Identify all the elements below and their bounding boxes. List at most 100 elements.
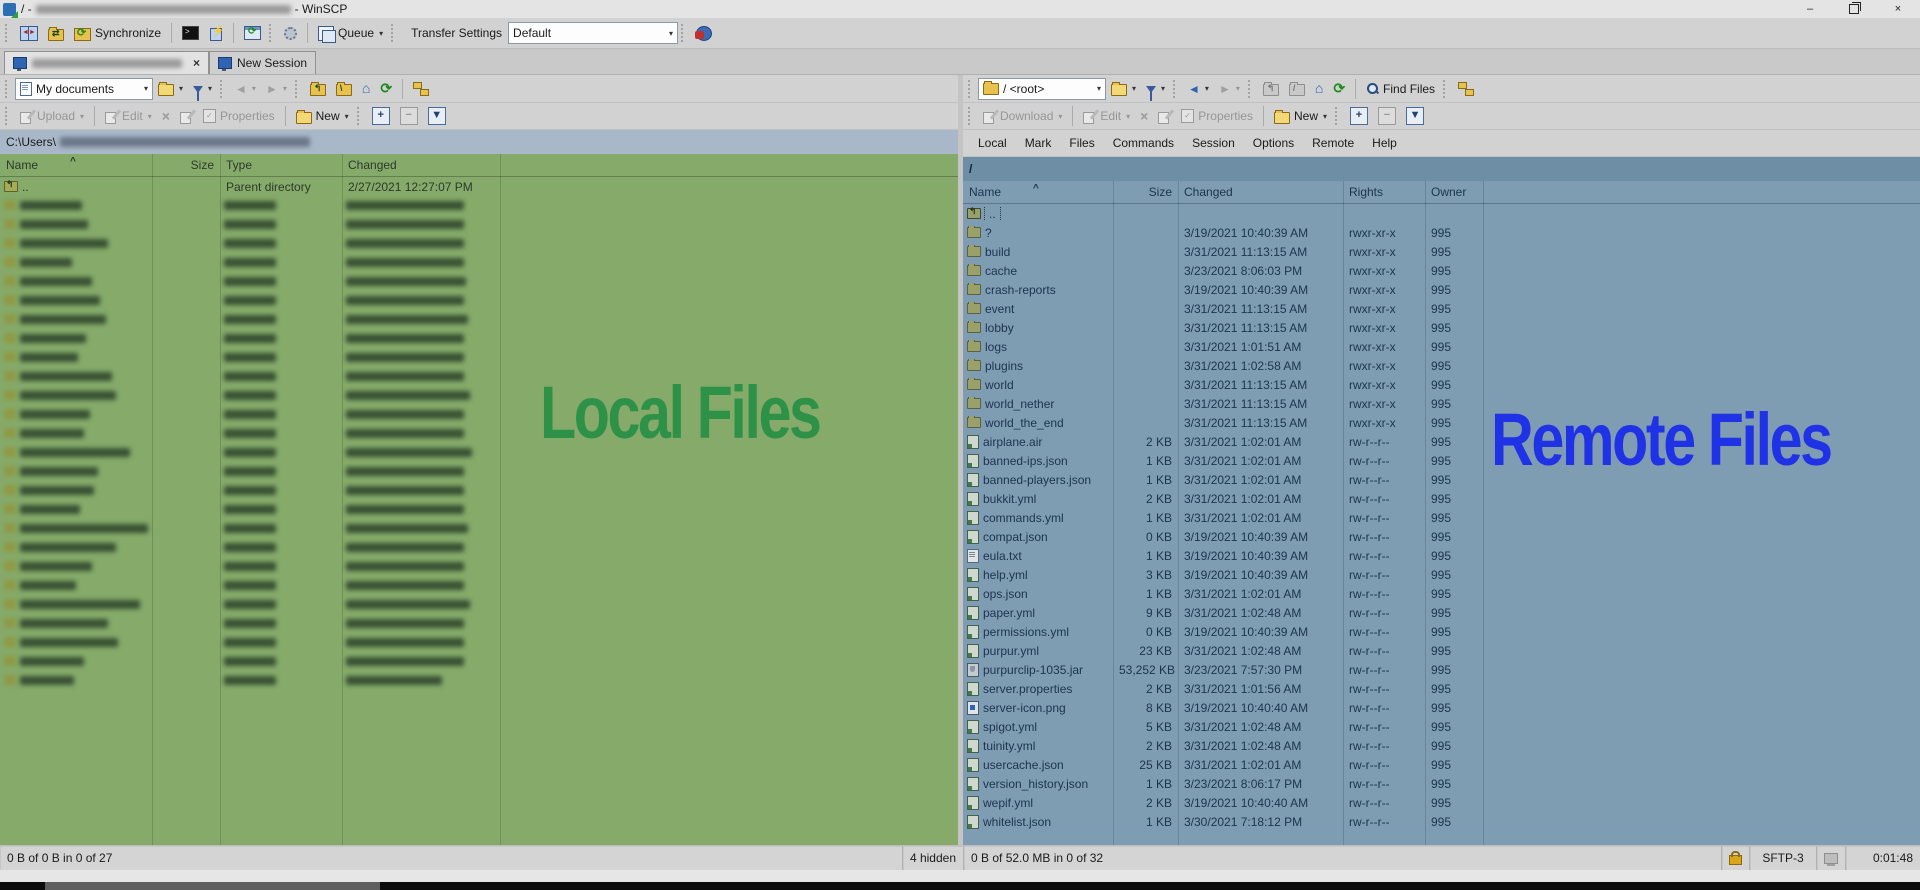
file-row[interactable]: cache3/23/2021 8:06:03 PMrwxr-xr-x995 [963,261,1920,280]
open-terminal-button[interactable] [177,23,204,43]
redacted-file-row[interactable] [0,614,958,633]
redacted-file-row[interactable] [0,538,958,557]
toolbar-grip[interactable] [269,24,274,42]
new-session-tab[interactable]: New Session [209,51,316,74]
file-row[interactable]: paper.yml9 KB3/31/2021 1:02:48 AMrw-r--r… [963,603,1920,622]
encryption-status[interactable] [1721,846,1749,870]
column-changed[interactable]: Changed [342,154,500,176]
local-path-bar[interactable]: C:\Users\ [0,130,958,154]
file-row[interactable]: help.yml3 KB3/19/2021 10:40:39 AMrw-r--r… [963,565,1920,584]
remote-home-button[interactable]: ⌂ [1310,79,1328,98]
menu-files[interactable]: Files [1060,133,1103,153]
redacted-file-row[interactable] [0,196,958,215]
local-select-button[interactable]: + [367,104,395,128]
remote-directory-select[interactable]: / <root> ▾ [978,78,1106,100]
toolbar-grip[interactable] [295,80,300,98]
redacted-file-row[interactable] [0,519,958,538]
redacted-file-row[interactable] [0,633,958,652]
remote-open-directory-button[interactable]: ▾ [1106,78,1141,99]
file-row[interactable]: commands.yml1 KB3/31/2021 1:02:01 AMrw-r… [963,508,1920,527]
remote-path-bar[interactable]: / [963,157,1920,181]
file-row[interactable]: event3/31/2021 11:13:15 AMrwxr-xr-x995 [963,299,1920,318]
redacted-file-row[interactable] [0,557,958,576]
local-tree-toggle-button[interactable] [408,79,434,98]
menu-commands[interactable]: Commands [1104,133,1183,153]
redacted-file-row[interactable] [0,576,958,595]
local-selection-filter-button[interactable]: ▼ [423,104,451,128]
toolbar-grip[interactable] [391,24,396,42]
local-refresh-button[interactable]: ⟳ [375,79,397,98]
column-name[interactable]: Name^ [963,181,1113,203]
file-row[interactable]: bukkit.yml2 KB3/31/2021 1:02:01 AMrw-r--… [963,489,1920,508]
local-properties-button[interactable]: Properties [198,106,280,126]
local-hidden-count[interactable]: 4 hidden [902,846,963,870]
local-back-button[interactable]: ◄▾ [230,80,261,98]
remote-selection-filter-button[interactable]: ▼ [1401,104,1429,128]
minimize-button[interactable]: – [1788,0,1832,18]
remote-root-directory-button[interactable]: / [1284,78,1310,99]
column-changed[interactable]: Changed [1178,181,1343,203]
file-row[interactable]: world3/31/2021 11:13:15 AMrwxr-xr-x995 [963,375,1920,394]
local-unselect-button[interactable]: − [395,104,423,128]
local-filter-button[interactable]: ▾ [188,81,217,96]
column-rights[interactable]: Rights [1343,181,1425,203]
refresh-session-button[interactable] [239,23,266,43]
windows-taskbar-edge[interactable] [0,882,1920,890]
redacted-file-row[interactable] [0,272,958,291]
file-row[interactable]: version_history.json1 KB3/23/2021 8:06:1… [963,774,1920,793]
close-tab-icon[interactable]: × [193,56,200,70]
remote-rename-button[interactable] [1153,107,1176,126]
file-row[interactable]: plugins3/31/2021 1:02:58 AMrwxr-xr-x995 [963,356,1920,375]
remote-refresh-button[interactable]: ⟳ [1328,79,1350,98]
upload-button[interactable]: Upload ▾ [15,106,89,126]
transfer-settings-select[interactable]: Default ▾ [508,22,678,44]
redacted-file-row[interactable] [0,595,958,614]
toolbar-grip[interactable] [1335,107,1340,125]
toolbar-grip[interactable] [1248,80,1253,98]
local-edit-button[interactable]: Edit ▾ [100,106,157,126]
toolbar-grip[interactable] [5,24,10,42]
menu-options[interactable]: Options [1244,133,1303,153]
protocol-status[interactable]: SFTP-3 [1749,846,1816,870]
remote-filter-button[interactable]: ▾ [1141,81,1170,96]
file-row[interactable]: usercache.json25 KB3/31/2021 1:02:01 AMr… [963,755,1920,774]
file-row[interactable]: purpur.yml23 KB3/31/2021 1:02:48 AMrw-r-… [963,641,1920,660]
file-row[interactable]: crash-reports3/19/2021 10:40:39 AMrwxr-x… [963,280,1920,299]
remote-unselect-button[interactable]: − [1373,104,1401,128]
remote-tree-toggle-button[interactable] [1453,79,1479,98]
parent-directory-row[interactable]: .. [963,204,1920,223]
local-root-directory-button[interactable]: \ [331,78,357,99]
remote-edit-button[interactable]: Edit ▾ [1078,106,1135,126]
toolbar-grip[interactable] [220,80,225,98]
local-open-directory-button[interactable]: ▾ [153,78,188,99]
file-row[interactable]: spigot.yml5 KB3/31/2021 1:02:48 AMrw-r--… [963,717,1920,736]
redacted-file-row[interactable] [0,348,958,367]
toolbar-grip[interactable] [357,107,362,125]
column-size[interactable]: Size [152,154,220,176]
redacted-file-row[interactable] [0,310,958,329]
redacted-file-row[interactable] [0,481,958,500]
redacted-file-row[interactable] [0,291,958,310]
session-tab[interactable]: × [4,51,209,74]
file-row[interactable]: ops.json1 KB3/31/2021 1:02:01 AMrw-r--r-… [963,584,1920,603]
file-row[interactable]: purpurclip-1035.jar53,252 KB3/23/2021 7:… [963,660,1920,679]
redacted-file-row[interactable] [0,329,958,348]
column-size[interactable]: Size [1113,181,1178,203]
menu-local[interactable]: Local [969,133,1016,153]
connection-status[interactable] [1816,846,1845,870]
file-row[interactable]: server.properties2 KB3/31/2021 1:01:56 A… [963,679,1920,698]
redacted-file-row[interactable] [0,500,958,519]
file-row[interactable]: compat.json0 KB3/19/2021 10:40:39 AMrw-r… [963,527,1920,546]
column-name[interactable]: Name^ [0,154,152,176]
redacted-file-row[interactable] [0,234,958,253]
close-button[interactable]: × [1876,0,1920,18]
toolbar-grip[interactable] [968,80,973,98]
remote-back-button[interactable]: ◄▾ [1183,80,1214,98]
menu-remote[interactable]: Remote [1303,133,1363,153]
menu-session[interactable]: Session [1183,133,1244,153]
redacted-file-row[interactable] [0,215,958,234]
file-row[interactable]: ?3/19/2021 10:40:39 AMrwxr-xr-x995 [963,223,1920,242]
session-color-button[interactable] [691,23,717,44]
file-row[interactable]: tuinity.yml2 KB3/31/2021 1:02:48 AMrw-r-… [963,736,1920,755]
session-duration[interactable]: 0:01:48 [1845,846,1920,870]
